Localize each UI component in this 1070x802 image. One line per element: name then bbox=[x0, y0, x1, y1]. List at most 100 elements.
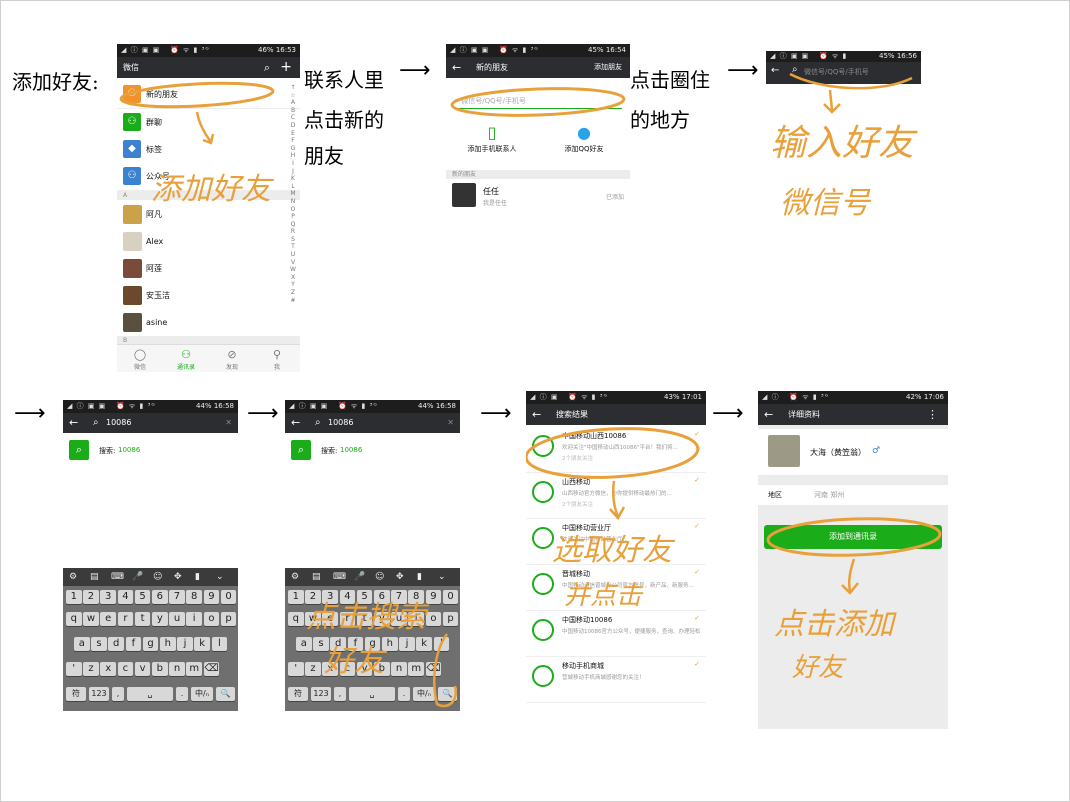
keyboard-key[interactable]: p bbox=[442, 612, 459, 626]
keyboard-key[interactable]: ' bbox=[288, 662, 304, 676]
keyboard-key[interactable]: t bbox=[134, 612, 151, 626]
keyboard-key[interactable]: r bbox=[117, 612, 134, 626]
keyboard-key[interactable]: m bbox=[186, 662, 202, 676]
keyboard-key[interactable]: 符 bbox=[66, 687, 86, 701]
keyboard-key[interactable]: n bbox=[391, 662, 407, 676]
keyboard-key[interactable]: x bbox=[100, 662, 116, 676]
keyboard-toolbar-icon[interactable]: ⚙ bbox=[69, 568, 77, 586]
keyboard-toolbar-icon[interactable]: ▤ bbox=[90, 568, 99, 586]
keyboard-key[interactable]: ' bbox=[66, 662, 82, 676]
keyboard-key[interactable]: 1 bbox=[288, 590, 304, 604]
back-arrow-icon[interactable]: ← bbox=[291, 413, 300, 433]
keyboard-key[interactable]: z bbox=[83, 662, 99, 676]
keyboard-key[interactable]: 0 bbox=[220, 590, 237, 604]
handwriting-note: 好友 bbox=[324, 644, 384, 679]
keyboard-key[interactable]: 123 bbox=[89, 687, 109, 701]
keyboard-key[interactable]: c bbox=[117, 662, 134, 676]
keyboard-key[interactable]: u bbox=[169, 612, 185, 626]
keyboard-key[interactable]: , bbox=[112, 687, 124, 701]
keyboard-key[interactable]: w bbox=[83, 612, 99, 626]
search-term: 10086 bbox=[340, 446, 363, 454]
search-query[interactable]: 10086 bbox=[106, 413, 131, 433]
keyboard-key[interactable]: 8 bbox=[186, 590, 202, 604]
keyboard-toolbar-icon[interactable]: ⌄ bbox=[438, 568, 446, 586]
keyboard-key[interactable]: 0 bbox=[442, 590, 459, 604]
keyboard-toolbar-icon[interactable]: ✥ bbox=[174, 568, 182, 586]
keyboard-key[interactable]: 3 bbox=[100, 590, 116, 604]
keyboard-key[interactable]: 2 bbox=[83, 590, 99, 604]
status-time: 16:58 bbox=[213, 402, 234, 410]
keyboard-toolbar-icon[interactable]: ☺ bbox=[375, 568, 384, 586]
keyboard-key[interactable]: p bbox=[220, 612, 237, 626]
clear-icon[interactable]: ✕ bbox=[225, 413, 232, 433]
keyboard-key[interactable]: 中/ₙ bbox=[191, 687, 213, 701]
clear-icon[interactable]: ✕ bbox=[447, 413, 454, 433]
screenshot-contacts: ◢ ⓘ ▣ ▣ ⏰ ᯤ ▮ ³ᴳ 46% 16:53 微信 ⌕ + ⚇ 新的朋友… bbox=[117, 44, 300, 372]
flow-arrow: ⟶ bbox=[480, 401, 512, 426]
keyboard-toolbar-icon[interactable]: ⌄ bbox=[216, 568, 224, 586]
search-query[interactable]: 10086 bbox=[328, 413, 353, 433]
keyboard-key[interactable]: z bbox=[305, 662, 321, 676]
keyboard-key[interactable]: y bbox=[152, 612, 168, 626]
status-icons: ◢ ⓘ ▣ ▣ ⏰ ᯤ ▮ ³ᴳ bbox=[67, 402, 156, 410]
search-result-row[interactable]: ⌕ 搜索: 10086 bbox=[285, 434, 460, 468]
keyboard-key[interactable]: a bbox=[74, 637, 90, 651]
keyboard-key[interactable]: 7 bbox=[169, 590, 185, 604]
keyboard-key[interactable]: o bbox=[203, 612, 220, 626]
keyboard-key[interactable]: 1 bbox=[66, 590, 82, 604]
keyboard-key[interactable]: j bbox=[399, 637, 415, 651]
keyboard-key[interactable]: v bbox=[134, 662, 151, 676]
keyboard-key[interactable]: . bbox=[398, 687, 410, 701]
search-icon: ⌕ bbox=[69, 440, 89, 460]
keyboard-key[interactable]: d bbox=[108, 637, 124, 651]
keyboard-toolbar-icon[interactable]: 🎤 bbox=[132, 568, 143, 586]
keyboard-key[interactable]: 123 bbox=[311, 687, 331, 701]
search-result-row[interactable]: ⌕ 搜索: 10086 bbox=[63, 434, 238, 468]
keyboard-toolbar-icon[interactable]: ▮ bbox=[195, 568, 200, 586]
keyboard-key[interactable]: n bbox=[169, 662, 185, 676]
space-key[interactable]: ␣ bbox=[349, 687, 395, 701]
back-arrow-icon[interactable]: ← bbox=[69, 413, 78, 433]
keyboard-toolbar-icon[interactable]: ⚙ bbox=[291, 568, 299, 586]
keyboard-key[interactable]: 5 bbox=[134, 590, 151, 604]
keyboard-key[interactable]: h bbox=[160, 637, 176, 651]
keyboard-key[interactable]: i bbox=[186, 612, 202, 626]
keyboard-key[interactable]: 9 bbox=[203, 590, 220, 604]
keyboard-toolbar-icon[interactable]: ▮ bbox=[417, 568, 422, 586]
keyboard-toolbar-icon[interactable]: ✥ bbox=[396, 568, 404, 586]
keyboard-key[interactable]: q bbox=[288, 612, 304, 626]
keyboard-toolbar-icon[interactable]: 🎤 bbox=[354, 568, 365, 586]
keyboard-key[interactable]: q bbox=[66, 612, 82, 626]
keyboard-key[interactable]: e bbox=[100, 612, 116, 626]
keyboard-key[interactable]: j bbox=[177, 637, 193, 651]
search-prefix: 搜索: bbox=[321, 447, 338, 455]
keyboard-key[interactable]: h bbox=[382, 637, 398, 651]
keyboard-key[interactable]: b bbox=[152, 662, 168, 676]
keyboard-key[interactable]: k bbox=[194, 637, 210, 651]
keyboard-key[interactable]: ⌫ bbox=[203, 662, 220, 676]
handwriting-note: 选取好友 bbox=[552, 533, 672, 568]
handwriting-note: 添加好友 bbox=[151, 172, 271, 207]
keyboard-key[interactable]: , bbox=[334, 687, 346, 701]
keyboard-toolbar-icon[interactable]: ☺ bbox=[153, 568, 162, 586]
keyboard-key[interactable]: g bbox=[142, 637, 159, 651]
search-icon: ⌕ bbox=[291, 440, 311, 460]
keyboard-toolbar-icon[interactable]: ▤ bbox=[312, 568, 321, 586]
keyboard-toolbar-icon[interactable]: ⌨ bbox=[333, 568, 346, 586]
keyboard-key[interactable]: 6 bbox=[152, 590, 168, 604]
handwriting-note: 点击搜索 bbox=[306, 600, 426, 635]
status-bar: ◢ ⓘ ▣ ▣ ⏰ ᯤ ▮ ³ᴳ 44% 16:58 bbox=[63, 400, 238, 413]
keyboard-key[interactable]: s bbox=[91, 637, 107, 651]
keyboard-key[interactable]: 9 bbox=[425, 590, 442, 604]
keyboard-toolbar-icon[interactable]: ⌨ bbox=[111, 568, 124, 586]
keyboard-key[interactable]: f bbox=[125, 637, 142, 651]
keyboard-key[interactable]: . bbox=[176, 687, 188, 701]
keyboard-key[interactable]: 符 bbox=[288, 687, 308, 701]
keyboard-key[interactable]: 4 bbox=[117, 590, 134, 604]
keyboard-key[interactable]: m bbox=[408, 662, 424, 676]
keyboard-key[interactable]: l bbox=[211, 637, 228, 651]
search-key[interactable]: 🔍 bbox=[216, 687, 235, 701]
space-key[interactable]: ␣ bbox=[127, 687, 173, 701]
keyboard-key[interactable]: o bbox=[425, 612, 442, 626]
keyboard-key[interactable]: a bbox=[296, 637, 312, 651]
